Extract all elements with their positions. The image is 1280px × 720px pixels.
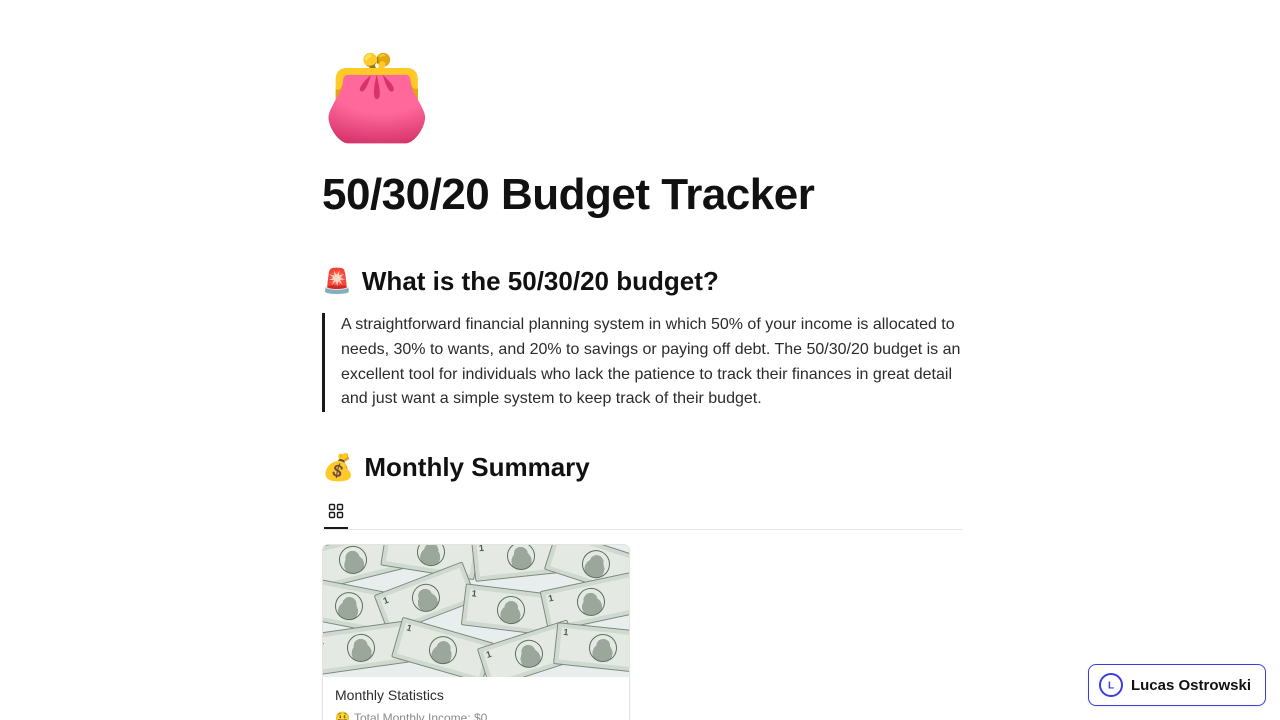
- view-tabs: [322, 497, 962, 530]
- money-face-icon: 🤑: [335, 711, 350, 720]
- gallery-view-tab[interactable]: [324, 497, 348, 529]
- page-title[interactable]: 50/30/20 Budget Tracker: [322, 170, 962, 220]
- user-avatar-icon: L: [1099, 673, 1123, 697]
- page-icon[interactable]: 👛: [322, 52, 962, 140]
- summary-heading-text: Monthly Summary: [364, 452, 589, 483]
- monthly-statistics-card[interactable]: Monthly Statistics 🤑 Total Monthly Incom…: [322, 544, 630, 720]
- siren-icon: 🚨: [322, 267, 352, 296]
- svg-text:L: L: [1108, 680, 1114, 691]
- card-cover-money: [323, 545, 629, 677]
- intro-heading-text: What is the 50/30/20 budget?: [362, 266, 719, 297]
- page-content: 👛 50/30/20 Budget Tracker 🚨 What is the …: [322, 0, 962, 720]
- summary-heading[interactable]: 💰 Monthly Summary: [322, 452, 962, 483]
- card-stat-line: 🤑 Total Monthly Income: $0: [335, 711, 617, 720]
- card-body: Monthly Statistics 🤑 Total Monthly Incom…: [323, 677, 629, 720]
- moneybag-icon: 💰: [322, 452, 354, 483]
- user-badge[interactable]: L Lucas Ostrowski: [1088, 664, 1266, 706]
- gallery-icon: [328, 503, 344, 519]
- card-stat-text: Total Monthly Income: $0: [354, 711, 487, 720]
- intro-heading[interactable]: 🚨 What is the 50/30/20 budget?: [322, 266, 962, 297]
- intro-body[interactable]: A straightforward financial planning sys…: [322, 313, 962, 412]
- card-title: Monthly Statistics: [335, 687, 617, 703]
- user-name: Lucas Ostrowski: [1131, 677, 1251, 694]
